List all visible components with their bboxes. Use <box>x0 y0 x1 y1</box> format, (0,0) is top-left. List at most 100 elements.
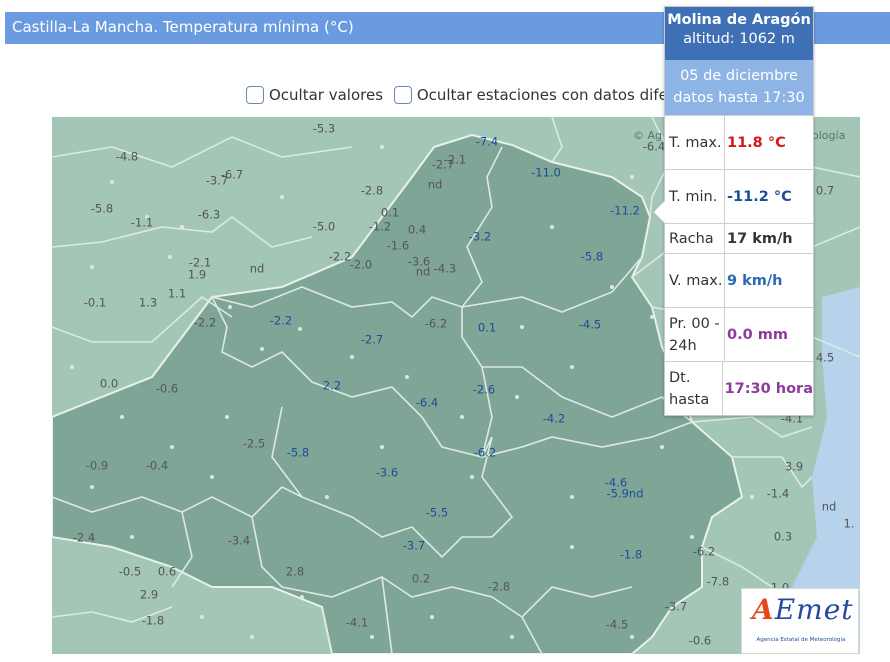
station-value[interactable]: -0.6 <box>156 383 178 395</box>
station-dot[interactable] <box>228 305 232 309</box>
station-dot[interactable] <box>250 635 254 639</box>
station-value[interactable]: -6.7 <box>221 169 243 181</box>
station-value[interactable]: -5.8 <box>287 447 309 459</box>
hide-stations-checkbox[interactable] <box>393 86 412 104</box>
station-value[interactable]: -1.2 <box>369 221 391 233</box>
station-value[interactable]: 3.9 <box>785 461 803 473</box>
station-dot[interactable] <box>630 175 634 179</box>
station-dot[interactable] <box>260 347 264 351</box>
station-dot[interactable] <box>430 615 434 619</box>
station-value[interactable]: 0.1 <box>381 207 399 219</box>
station-value[interactable]: 2.9 <box>140 589 158 601</box>
station-dot[interactable] <box>350 355 354 359</box>
station-dot[interactable] <box>200 615 204 619</box>
station-value[interactable]: -2.2 <box>194 317 216 329</box>
station-value[interactable]: nd <box>428 179 443 191</box>
station-value[interactable]: 0.0 <box>100 378 118 390</box>
station-dot[interactable] <box>180 225 184 229</box>
station-value[interactable]: -6.3 <box>198 209 220 221</box>
station-dot[interactable] <box>690 535 694 539</box>
station-value[interactable]: nd <box>822 501 837 513</box>
station-dot[interactable] <box>570 545 574 549</box>
station-value[interactable]: -0.4 <box>146 460 168 472</box>
station-value[interactable]: 1.1 <box>168 288 186 300</box>
station-value[interactable]: -2.1 <box>444 154 466 166</box>
station-dot[interactable] <box>470 475 474 479</box>
station-value[interactable]: -1.1 <box>131 217 153 229</box>
station-value[interactable]: -4.5 <box>579 319 601 331</box>
station-value[interactable]: 2.8 <box>286 566 304 578</box>
station-value[interactable]: -11.0 <box>531 167 561 179</box>
station-dot[interactable] <box>460 415 464 419</box>
station-value[interactable]: -5.5 <box>426 507 448 519</box>
station-dot[interactable] <box>110 180 114 184</box>
station-dot[interactable] <box>70 365 74 369</box>
station-dot[interactable] <box>570 365 574 369</box>
station-value[interactable]: -6.4 <box>416 397 438 409</box>
station-value[interactable]: -2.2 <box>329 251 351 263</box>
station-value[interactable]: -4.8 <box>116 151 138 163</box>
station-value[interactable]: -1.6 <box>387 240 409 252</box>
hide-stations-option[interactable]: Ocultar estaciones con datos diferi <box>393 86 678 104</box>
station-dot[interactable] <box>225 415 229 419</box>
station-dot[interactable] <box>168 255 172 259</box>
station-dot[interactable] <box>630 635 634 639</box>
station-dot[interactable] <box>370 635 374 639</box>
station-value[interactable]: -4.5 <box>606 619 628 631</box>
station-dot[interactable] <box>298 327 302 331</box>
station-value[interactable]: -0.6 <box>689 635 711 647</box>
station-value[interactable]: -1.8 <box>620 549 642 561</box>
station-dot[interactable] <box>120 415 124 419</box>
station-dot[interactable] <box>170 445 174 449</box>
station-value[interactable]: -5.3 <box>313 123 335 135</box>
station-value[interactable]: -5.8 <box>581 251 603 263</box>
station-dot[interactable] <box>660 445 664 449</box>
station-value[interactable]: -4.2 <box>543 413 565 425</box>
hide-values-option[interactable]: Ocultar valores <box>246 86 383 104</box>
station-dot[interactable] <box>325 495 329 499</box>
station-value[interactable]: -6.4 <box>643 141 665 153</box>
station-value[interactable]: 0.4 <box>408 224 426 236</box>
station-dot[interactable] <box>405 375 409 379</box>
station-value[interactable]: -2.4 <box>73 532 95 544</box>
station-value[interactable]: -3.7 <box>403 540 425 552</box>
station-dot[interactable] <box>750 495 754 499</box>
station-dot[interactable] <box>510 635 514 639</box>
station-value[interactable]: -5.8 <box>91 203 113 215</box>
station-value[interactable]: -6.2 <box>425 318 447 330</box>
station-dot[interactable] <box>515 395 519 399</box>
station-value[interactable]: 0.7 <box>816 185 834 197</box>
station-value[interactable]: nd <box>416 266 431 278</box>
station-dot[interactable] <box>90 265 94 269</box>
station-value[interactable]: 0.1 <box>478 322 496 334</box>
station-dot[interactable] <box>650 315 654 319</box>
station-value[interactable]: 0.2 <box>412 573 430 585</box>
station-dot[interactable] <box>300 595 304 599</box>
station-value[interactable]: nd <box>250 263 265 275</box>
station-value[interactable]: -11.2 <box>610 205 640 217</box>
station-dot[interactable] <box>90 485 94 489</box>
station-value[interactable]: 1.9 <box>188 269 206 281</box>
station-value[interactable]: -5.0 <box>313 221 335 233</box>
station-value[interactable]: -3.4 <box>228 535 250 547</box>
station-value[interactable]: -0.5 <box>119 566 141 578</box>
station-dot[interactable] <box>570 495 574 499</box>
station-value[interactable]: -2.6 <box>473 384 495 396</box>
station-value[interactable]: -2.8 <box>488 581 510 593</box>
station-value[interactable]: -5.9nd <box>606 488 643 500</box>
station-value[interactable]: 0.3 <box>774 531 792 543</box>
station-value[interactable]: -2.0 <box>350 259 372 271</box>
station-dot[interactable] <box>130 535 134 539</box>
station-value[interactable]: -2.2 <box>270 315 292 327</box>
station-dot[interactable] <box>550 225 554 229</box>
station-value[interactable]: -1.8 <box>142 615 164 627</box>
station-value[interactable]: -0.1 <box>84 297 106 309</box>
station-dot[interactable] <box>380 145 384 149</box>
station-value[interactable]: -3.6 <box>376 467 398 479</box>
station-dot[interactable] <box>520 325 524 329</box>
station-value[interactable]: -6.2 <box>474 447 496 459</box>
station-dot[interactable] <box>610 285 614 289</box>
station-value[interactable]: -2.7 <box>361 334 383 346</box>
station-value[interactable]: 0.6 <box>158 566 176 578</box>
station-value[interactable]: -7.4 <box>476 136 498 148</box>
